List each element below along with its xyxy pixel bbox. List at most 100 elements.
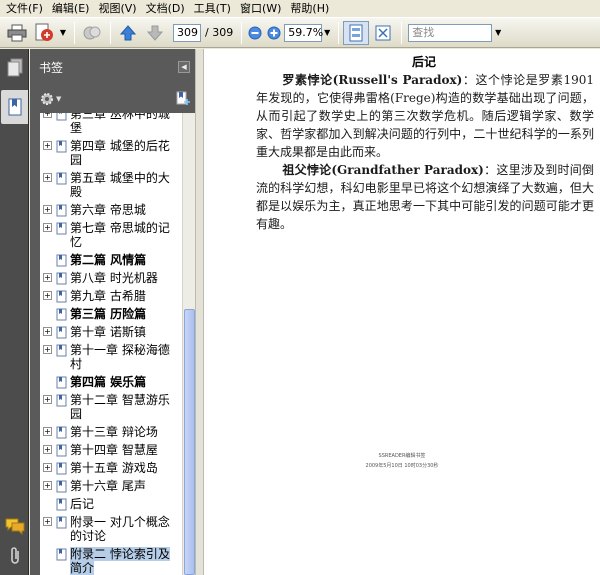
bookmark-item[interactable]: + 第七章 帝思城的记忆 bbox=[40, 219, 182, 251]
print-button[interactable] bbox=[4, 21, 30, 45]
expand-toggle[interactable]: + bbox=[43, 113, 52, 118]
paragraph-grandfather-paradox: 祖父悖论(Grandfather Paradox)：这里涉及到时间倒流的科学幻想… bbox=[256, 161, 594, 233]
bookmark-label: 第十五章 游戏岛 bbox=[70, 461, 158, 475]
bookmark-item[interactable]: 后记 bbox=[40, 495, 182, 513]
bookmarks-panel-button[interactable] bbox=[1, 90, 28, 124]
create-pdf-icon bbox=[35, 23, 53, 41]
bookmark-page-icon bbox=[56, 272, 67, 285]
bookmark-item[interactable]: + 第十四章 智慧屋 bbox=[40, 441, 182, 459]
collaborate-icon bbox=[83, 26, 101, 39]
menu-item[interactable]: 文件(F) bbox=[2, 1, 47, 17]
bookmark-page-icon bbox=[56, 290, 67, 303]
menu-item[interactable]: 文档(D) bbox=[142, 1, 189, 17]
bookmark-label: 第四章 城堡的后花园 bbox=[70, 139, 170, 167]
expand-toggle[interactable]: + bbox=[43, 517, 52, 526]
bookmark-item[interactable]: + 第十三章 辩论场 bbox=[40, 423, 182, 441]
printer-icon bbox=[7, 24, 27, 41]
panel-splitter[interactable] bbox=[195, 49, 204, 575]
expand-toggle[interactable]: + bbox=[43, 327, 52, 336]
expand-toggle[interactable]: + bbox=[43, 291, 52, 300]
fit-width-button[interactable] bbox=[343, 20, 370, 45]
previous-page-button[interactable] bbox=[115, 21, 141, 45]
comments-panel-button[interactable] bbox=[5, 515, 25, 537]
attachments-panel-button[interactable] bbox=[5, 545, 25, 567]
bookmark-item[interactable]: + 第十一章 探秘海德村 bbox=[40, 341, 182, 373]
bookmark-page-icon bbox=[56, 426, 67, 439]
toolbar-separator bbox=[401, 21, 403, 44]
menu-item[interactable]: 编辑(E) bbox=[48, 1, 94, 17]
scrollbar-thumb[interactable] bbox=[184, 309, 195, 575]
comments-icon bbox=[5, 518, 25, 535]
search-dropdown[interactable]: ▼ bbox=[492, 24, 504, 42]
bookmark-item[interactable]: + 第十二章 智慧游乐园 bbox=[40, 391, 182, 423]
zoom-dropdown[interactable]: ▼ bbox=[322, 24, 332, 42]
bookmark-item[interactable]: + 第三章 丛林中的城堡 bbox=[40, 113, 182, 137]
bookmark-item[interactable]: + 附录一 对几个概念的讨论 bbox=[40, 513, 182, 545]
bookmark-item[interactable]: + 第六章 帝思城 bbox=[40, 201, 182, 219]
bookmark-label: 第十二章 智慧游乐园 bbox=[70, 393, 170, 421]
bookmark-item[interactable]: + 第五章 城堡中的大殿 bbox=[40, 169, 182, 201]
expand-toggle[interactable]: + bbox=[43, 445, 52, 454]
pages-panel-button[interactable] bbox=[5, 57, 25, 79]
bookmarks-scrollbar[interactable] bbox=[182, 113, 195, 575]
collaborate-button[interactable] bbox=[79, 21, 105, 45]
bookmark-item[interactable]: + 第十五章 游戏岛 bbox=[40, 459, 182, 477]
menu-item[interactable]: 帮助(H) bbox=[286, 1, 333, 17]
bookmark-item[interactable]: + 第四章 城堡的后花园 bbox=[40, 137, 182, 169]
expand-toggle[interactable]: + bbox=[43, 205, 52, 214]
expand-toggle[interactable]: + bbox=[43, 345, 52, 354]
bookmark-label: 附录二 悖论索引及简介 bbox=[70, 547, 170, 575]
menu-item[interactable]: 视图(V) bbox=[94, 1, 140, 17]
expand-toggle[interactable]: + bbox=[43, 463, 52, 472]
options-button[interactable]: ▼ bbox=[39, 91, 61, 107]
bookmark-label: 第十三章 辩论场 bbox=[70, 425, 158, 439]
create-pdf-button[interactable] bbox=[31, 21, 57, 45]
bookmark-item[interactable]: 第二篇 风情篇 bbox=[40, 251, 182, 269]
bookmark-page-icon bbox=[56, 444, 67, 457]
expand-toggle[interactable]: + bbox=[43, 173, 52, 182]
bookmark-item[interactable]: + 第十六章 尾声 bbox=[40, 477, 182, 495]
fit-window-button[interactable] bbox=[370, 21, 396, 45]
navigation-strip bbox=[0, 49, 29, 575]
zoom-level-input[interactable]: 59.7% bbox=[284, 23, 323, 42]
paragraph-lead: 祖父悖论(Grandfather Paradox) bbox=[282, 163, 484, 177]
arrow-up-icon bbox=[119, 24, 137, 40]
bookmark-page-icon bbox=[56, 376, 67, 389]
expand-toggle[interactable]: + bbox=[43, 427, 52, 436]
expand-toggle[interactable]: + bbox=[43, 395, 52, 404]
page-number-input[interactable]: 309 bbox=[173, 23, 201, 42]
bookmark-label: 第六章 帝思城 bbox=[70, 203, 146, 217]
expand-toggle[interactable]: + bbox=[43, 273, 52, 282]
collapse-panel-button[interactable]: ◀ bbox=[178, 61, 190, 73]
expand-toggle[interactable]: + bbox=[43, 141, 52, 150]
bookmark-item[interactable]: + 第八章 时光机器 bbox=[40, 269, 182, 287]
bookmark-label: 第二篇 风情篇 bbox=[70, 253, 147, 267]
bookmark-item[interactable]: + 第十章 诺斯镇 bbox=[40, 323, 182, 341]
menu-item[interactable]: 窗口(W) bbox=[236, 1, 285, 17]
fit-page-icon bbox=[349, 24, 363, 41]
bookmark-label: 第十章 诺斯镇 bbox=[70, 325, 146, 339]
bookmark-page-icon bbox=[56, 172, 67, 185]
next-page-button[interactable] bbox=[142, 21, 168, 45]
new-bookmark-button[interactable] bbox=[175, 90, 191, 109]
expand-toggle[interactable]: + bbox=[43, 223, 52, 232]
page-title: 后记 bbox=[412, 55, 437, 69]
menu-bar: 文件(F) 编辑(E) 视图(V) 文档(D) 工具(T) 窗口(W) 帮助(H) bbox=[0, 0, 600, 17]
bookmark-page-icon bbox=[56, 204, 67, 217]
bookmark-item[interactable]: 第三篇 历险篇 bbox=[40, 305, 182, 323]
bookmark-item[interactable]: 第四篇 娱乐篇 bbox=[40, 373, 182, 391]
zoom-in-button[interactable] bbox=[265, 21, 283, 45]
bookmark-page-icon bbox=[56, 344, 67, 357]
fit-window-icon bbox=[375, 25, 391, 40]
page-total: / 309 bbox=[205, 26, 234, 39]
bookmark-label: 第五章 城堡中的大殿 bbox=[70, 171, 170, 199]
zoom-out-button[interactable] bbox=[246, 21, 264, 45]
bookmark-label: 第十六章 尾声 bbox=[70, 479, 146, 493]
expand-toggle[interactable]: + bbox=[43, 481, 52, 490]
search-input[interactable]: 查找 bbox=[408, 23, 493, 42]
bookmark-item[interactable]: + 第九章 古希腊 bbox=[40, 287, 182, 305]
bookmark-item[interactable]: 附录二 悖论索引及简介 bbox=[40, 545, 182, 575]
create-pdf-dropdown[interactable]: ▼ bbox=[58, 24, 68, 42]
menu-item[interactable]: 工具(T) bbox=[190, 1, 235, 17]
toolbar-separator bbox=[241, 21, 243, 44]
